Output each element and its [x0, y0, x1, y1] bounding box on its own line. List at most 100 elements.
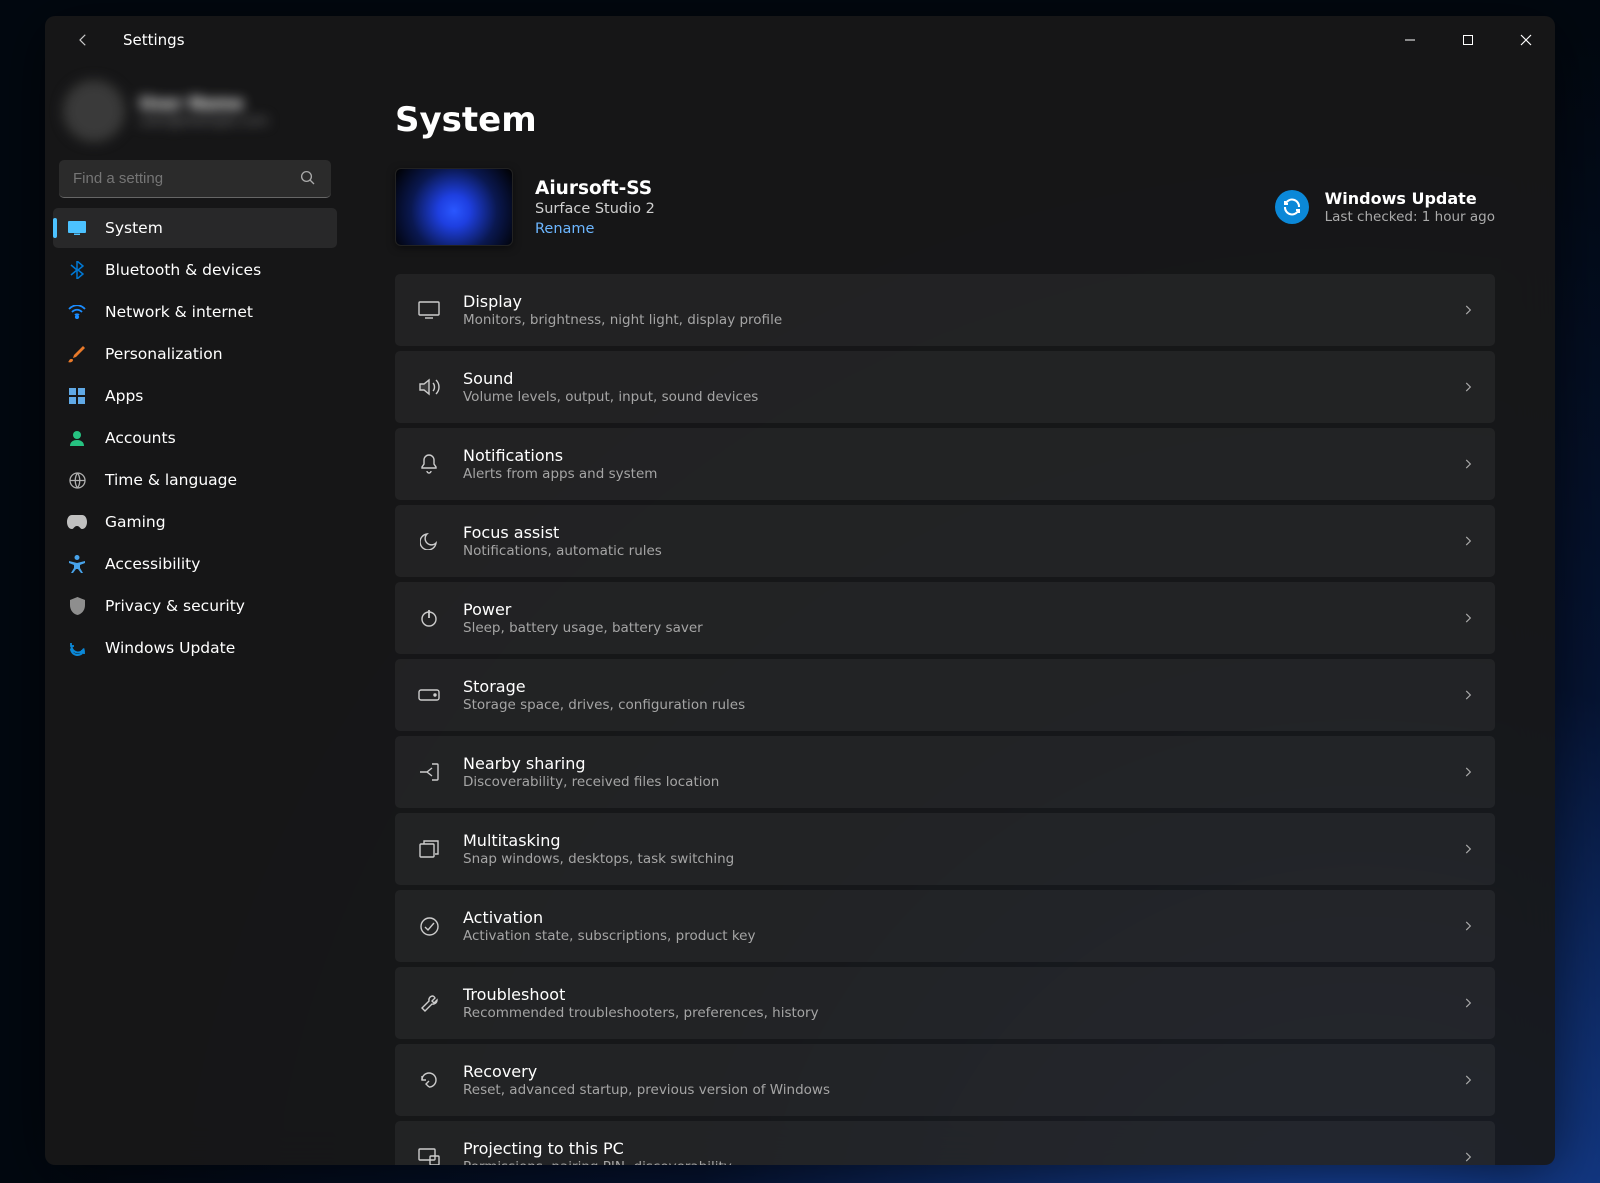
- profile-name: User Name: [139, 94, 268, 114]
- title-bar: Settings: [45, 16, 1555, 64]
- display-icon: [415, 301, 443, 319]
- card-power[interactable]: PowerSleep, battery usage, battery saver: [395, 582, 1495, 654]
- multitask-icon: [415, 840, 443, 858]
- maximize-button[interactable]: [1439, 16, 1497, 64]
- windows-update-summary[interactable]: Windows Update Last checked: 1 hour ago: [1275, 189, 1495, 225]
- rename-button[interactable]: Rename: [535, 221, 655, 237]
- back-button[interactable]: [65, 22, 101, 58]
- card-subtitle: Snap windows, desktops, task switching: [463, 851, 1461, 867]
- sidebar-item-update[interactable]: Windows Update: [53, 628, 337, 668]
- globe-icon: [67, 470, 87, 490]
- page-title: System: [395, 100, 1495, 140]
- device-model: Surface Studio 2: [535, 201, 655, 217]
- chevron-right-icon: [1461, 457, 1475, 471]
- chevron-right-icon: [1461, 688, 1475, 702]
- gamepad-icon: [67, 512, 87, 532]
- card-subtitle: Storage space, drives, configuration rul…: [463, 697, 1461, 713]
- maximize-icon: [1462, 34, 1474, 46]
- update-icon: [1275, 190, 1309, 224]
- sidebar-item-system[interactable]: System: [53, 208, 337, 248]
- chevron-right-icon: [1461, 1150, 1475, 1164]
- card-subtitle: Monitors, brightness, night light, displ…: [463, 312, 1461, 328]
- check-circle-icon: [415, 917, 443, 936]
- sidebar-item-apps[interactable]: Apps: [53, 376, 337, 416]
- chevron-right-icon: [1461, 380, 1475, 394]
- recovery-icon: [415, 1071, 443, 1089]
- card-multitasking[interactable]: MultitaskingSnap windows, desktops, task…: [395, 813, 1495, 885]
- card-title: Activation: [463, 908, 1461, 927]
- card-troubleshoot[interactable]: TroubleshootRecommended troubleshooters,…: [395, 967, 1495, 1039]
- sidebar-item-personalization[interactable]: Personalization: [53, 334, 337, 374]
- profile-email: user@example.com: [139, 114, 268, 129]
- sidebar-item-label: Accounts: [105, 429, 176, 447]
- sidebar-item-label: Privacy & security: [105, 597, 245, 615]
- card-title: Focus assist: [463, 523, 1461, 542]
- card-subtitle: Permissions, pairing PIN, discoverabilit…: [463, 1159, 1461, 1165]
- search-icon: [299, 169, 317, 187]
- card-activation[interactable]: ActivationActivation state, subscription…: [395, 890, 1495, 962]
- sidebar-item-label: Personalization: [105, 345, 223, 363]
- profile-block[interactable]: User Name user@example.com: [53, 76, 337, 156]
- system-icon: [67, 218, 87, 238]
- device-thumbnail: [395, 168, 513, 246]
- card-sound[interactable]: SoundVolume levels, output, input, sound…: [395, 351, 1495, 423]
- card-subtitle: Reset, advanced startup, previous versio…: [463, 1082, 1461, 1098]
- device-name: Aiursoft-SS: [535, 178, 655, 199]
- window-title: Settings: [123, 31, 185, 49]
- chevron-right-icon: [1461, 1073, 1475, 1087]
- wifi-icon: [67, 302, 87, 322]
- card-projecting[interactable]: Projecting to this PCPermissions, pairin…: [395, 1121, 1495, 1165]
- card-subtitle: Alerts from apps and system: [463, 466, 1461, 482]
- search-input[interactable]: [59, 160, 331, 198]
- chevron-right-icon: [1461, 534, 1475, 548]
- chevron-right-icon: [1461, 765, 1475, 779]
- card-subtitle: Sleep, battery usage, battery saver: [463, 620, 1461, 636]
- card-focus-assist[interactable]: Focus assistNotifications, automatic rul…: [395, 505, 1495, 577]
- card-subtitle: Notifications, automatic rules: [463, 543, 1461, 559]
- minimize-icon: [1404, 34, 1416, 46]
- card-title: Display: [463, 292, 1461, 311]
- sidebar-item-label: System: [105, 219, 163, 237]
- sidebar-item-bluetooth[interactable]: Bluetooth & devices: [53, 250, 337, 290]
- bluetooth-icon: [67, 260, 87, 280]
- minimize-button[interactable]: [1381, 16, 1439, 64]
- sidebar-item-accounts[interactable]: Accounts: [53, 418, 337, 458]
- chevron-right-icon: [1461, 996, 1475, 1010]
- card-title: Troubleshoot: [463, 985, 1461, 1004]
- accessibility-icon: [67, 554, 87, 574]
- sound-icon: [415, 378, 443, 396]
- main-content: System Aiursoft-SS Surface Studio 2 Rena…: [345, 64, 1555, 1165]
- sidebar-item-network[interactable]: Network & internet: [53, 292, 337, 332]
- card-storage[interactable]: StorageStorage space, drives, configurat…: [395, 659, 1495, 731]
- windows-update-title: Windows Update: [1325, 189, 1495, 208]
- close-button[interactable]: [1497, 16, 1555, 64]
- nav-list: System Bluetooth & devices Network & int…: [53, 208, 337, 668]
- card-subtitle: Discoverability, received files location: [463, 774, 1461, 790]
- device-hero: Aiursoft-SS Surface Studio 2 Rename Wind…: [395, 168, 1495, 246]
- sidebar: User Name user@example.com System Blueto…: [45, 64, 345, 1165]
- shield-icon: [67, 596, 87, 616]
- share-icon: [415, 763, 443, 781]
- card-subtitle: Activation state, subscriptions, product…: [463, 928, 1461, 944]
- sidebar-item-label: Gaming: [105, 513, 166, 531]
- card-nearby-sharing[interactable]: Nearby sharingDiscoverability, received …: [395, 736, 1495, 808]
- card-subtitle: Volume levels, output, input, sound devi…: [463, 389, 1461, 405]
- card-notifications[interactable]: NotificationsAlerts from apps and system: [395, 428, 1495, 500]
- sidebar-item-label: Network & internet: [105, 303, 253, 321]
- sidebar-item-label: Accessibility: [105, 555, 200, 573]
- windows-update-subtitle: Last checked: 1 hour ago: [1325, 209, 1495, 225]
- card-display[interactable]: DisplayMonitors, brightness, night light…: [395, 274, 1495, 346]
- update-icon: [67, 638, 87, 658]
- card-title: Projecting to this PC: [463, 1139, 1461, 1158]
- sidebar-item-label: Time & language: [105, 471, 237, 489]
- card-recovery[interactable]: RecoveryReset, advanced startup, previou…: [395, 1044, 1495, 1116]
- chevron-right-icon: [1461, 611, 1475, 625]
- sidebar-item-privacy[interactable]: Privacy & security: [53, 586, 337, 626]
- power-icon: [415, 609, 443, 627]
- settings-cards: DisplayMonitors, brightness, night light…: [395, 274, 1495, 1165]
- sidebar-item-time[interactable]: Time & language: [53, 460, 337, 500]
- project-icon: [415, 1148, 443, 1165]
- card-title: Notifications: [463, 446, 1461, 465]
- sidebar-item-gaming[interactable]: Gaming: [53, 502, 337, 542]
- sidebar-item-accessibility[interactable]: Accessibility: [53, 544, 337, 584]
